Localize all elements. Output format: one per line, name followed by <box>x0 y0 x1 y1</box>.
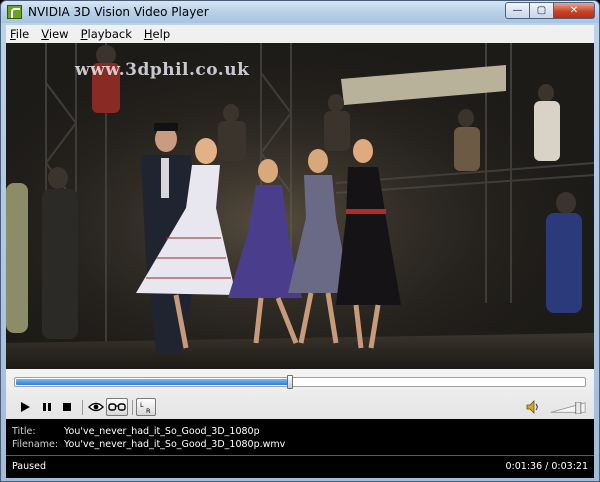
nvidia-app-icon <box>7 5 22 19</box>
3d-glasses-icon <box>108 403 126 411</box>
separator <box>82 400 83 415</box>
title-value: You've_never_had_it_So_Good_3D_1080p <box>64 426 260 437</box>
player-window: NVIDIA 3D Vision Video Player — ▢ ✕ File… <box>0 0 600 482</box>
pause-button[interactable] <box>38 398 56 416</box>
menu-view[interactable]: View <box>41 27 68 41</box>
playback-status: Paused <box>12 461 46 472</box>
maximize-button[interactable]: ▢ <box>529 2 554 19</box>
seek-thumb[interactable] <box>287 375 293 389</box>
menu-bar: File View Playback Help <box>6 25 594 43</box>
video-frame <box>6 43 594 369</box>
svg-text:R: R <box>146 407 151 414</box>
eye-icon <box>88 402 104 412</box>
title-bar[interactable]: NVIDIA 3D Vision Video Player — ▢ ✕ <box>1 1 599 23</box>
stop-icon <box>63 403 71 411</box>
menu-help[interactable]: Help <box>144 27 170 41</box>
close-button[interactable]: ✕ <box>553 2 595 19</box>
video-watermark: www.3dphil.co.uk <box>75 60 250 80</box>
window-title: NVIDIA 3D Vision Video Player <box>28 5 209 19</box>
time-display: 0:01:36 / 0:03:21 <box>505 461 589 472</box>
play-button[interactable] <box>16 398 34 416</box>
play-icon <box>21 402 30 412</box>
seek-progress <box>16 379 291 385</box>
window-controls: — ▢ ✕ <box>505 2 595 19</box>
svg-text:L: L <box>140 401 144 409</box>
mute-button[interactable] <box>524 398 542 416</box>
menu-file[interactable]: File <box>10 27 29 41</box>
3d-glasses-button[interactable] <box>106 398 128 416</box>
seek-bar[interactable] <box>14 375 586 389</box>
control-buttons: LR <box>12 398 592 418</box>
title-row: Title: You've_never_had_it_So_Good_3D_108… <box>12 426 260 437</box>
video-display[interactable]: www.3dphil.co.uk <box>6 43 594 369</box>
pause-icon <box>43 403 51 411</box>
playback-controls: LR <box>6 369 594 419</box>
volume-slider[interactable] <box>548 402 588 414</box>
left-right-eye-button[interactable]: LR <box>136 398 156 416</box>
menu-playback[interactable]: Playback <box>81 27 132 41</box>
left-right-eye-icon: LR <box>140 401 151 414</box>
eye-button[interactable] <box>86 398 106 416</box>
stop-button[interactable] <box>58 398 76 416</box>
title-label: Title: <box>12 426 36 437</box>
filename-value: You've_never_had_it_So_Good_3D_1080p.wmv <box>64 439 286 450</box>
filename-label: Filename: <box>12 439 59 450</box>
info-panel: Title: You've_never_had_it_So_Good_3D_108… <box>6 419 594 478</box>
minimize-button[interactable]: — <box>505 2 530 19</box>
separator <box>132 400 133 415</box>
speaker-icon <box>526 400 538 414</box>
volume-thumb[interactable] <box>575 402 582 414</box>
status-divider <box>6 455 594 456</box>
filename-row: Filename: You've_never_had_it_So_Good_3D_… <box>12 439 285 450</box>
